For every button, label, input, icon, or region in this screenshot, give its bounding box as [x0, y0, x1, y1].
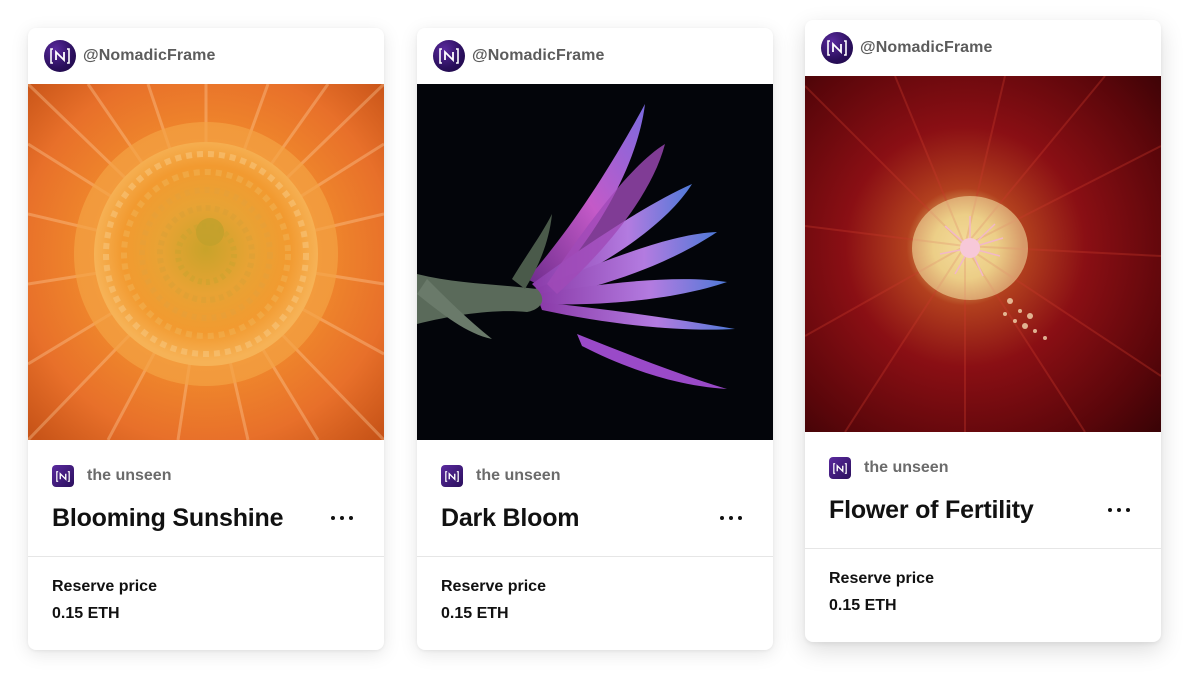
collection-row[interactable]: the unseen — [417, 464, 773, 488]
title-row: Blooming Sunshine — [28, 502, 384, 534]
brand-logo-icon — [50, 48, 70, 64]
nft-card-flower-of-fertility[interactable]: @NomadicFrame the unseen Flower of Ferti… — [805, 20, 1161, 642]
collection-logo-icon — [829, 457, 851, 479]
more-icon — [720, 516, 724, 520]
divider — [417, 556, 773, 557]
more-icon — [331, 516, 335, 520]
creator-handle[interactable]: @NomadicFrame — [83, 47, 216, 65]
collection-name: the unseen — [476, 467, 561, 484]
divider — [28, 556, 384, 557]
creator-handle[interactable]: @NomadicFrame — [472, 47, 605, 65]
card-header: @NomadicFrame — [805, 20, 1161, 76]
collection-row[interactable]: the unseen — [805, 456, 1161, 480]
collection-row[interactable]: the unseen — [28, 464, 384, 488]
collection-name: the unseen — [87, 467, 172, 484]
creator-handle[interactable]: @NomadicFrame — [860, 39, 993, 57]
artwork-image[interactable] — [805, 76, 1161, 432]
price-label: Reserve price — [52, 578, 157, 595]
collection-logo-icon — [52, 465, 74, 487]
card-header: @NomadicFrame — [417, 28, 773, 84]
price-label: Reserve price — [829, 570, 934, 587]
more-options-button[interactable] — [326, 506, 358, 530]
price-value: 0.15 ETH — [829, 597, 897, 614]
creator-avatar[interactable] — [433, 40, 465, 72]
price-value: 0.15 ETH — [441, 605, 509, 622]
price-value: 0.15 ETH — [52, 605, 120, 622]
divider — [805, 548, 1161, 549]
more-options-button[interactable] — [715, 506, 747, 530]
card-header: @NomadicFrame — [28, 28, 384, 84]
nft-card-blooming-sunshine[interactable]: @NomadicFrame the unseen Blooming Sunshi… — [28, 28, 384, 650]
nft-card-dark-bloom[interactable]: @NomadicFrame the unseen Dark Bloom Rese… — [417, 28, 773, 650]
artwork-title[interactable]: Blooming Sunshine — [52, 504, 284, 533]
collection-logo-icon — [441, 465, 463, 487]
brand-logo-icon — [439, 48, 459, 64]
title-row: Dark Bloom — [417, 502, 773, 534]
artwork-image[interactable] — [417, 84, 773, 440]
creator-avatar[interactable] — [44, 40, 76, 72]
brand-logo-icon — [827, 40, 847, 56]
artwork-image[interactable] — [28, 84, 384, 440]
creator-avatar[interactable] — [821, 32, 853, 64]
more-options-button[interactable] — [1103, 498, 1135, 522]
title-row: Flower of Fertility — [805, 494, 1161, 526]
collection-name: the unseen — [864, 459, 949, 476]
price-label: Reserve price — [441, 578, 546, 595]
artwork-title[interactable]: Flower of Fertility — [829, 496, 1034, 525]
more-icon — [1108, 508, 1112, 512]
artwork-title[interactable]: Dark Bloom — [441, 504, 580, 533]
